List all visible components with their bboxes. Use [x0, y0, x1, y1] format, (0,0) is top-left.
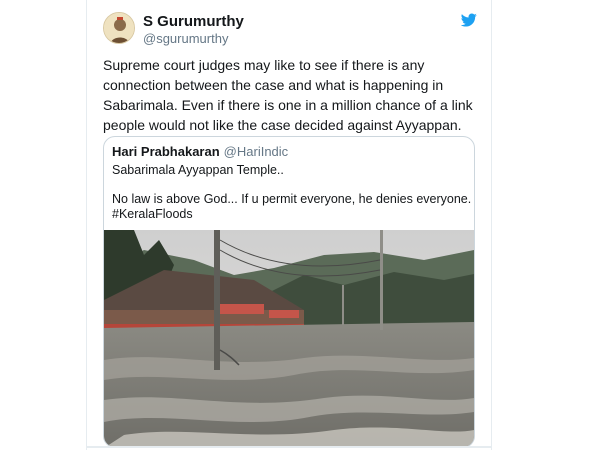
quoted-header: Hari Prabhakaran @HariIndic — [112, 144, 288, 159]
tweet-text: Supreme court judges may like to see if … — [103, 57, 473, 133]
quoted-hashtag[interactable]: #KeralaFloods — [112, 207, 193, 221]
tweet-card: S Gurumurthy @sgurumurthy Supreme court … — [86, 0, 492, 450]
flood-photo[interactable] — [104, 230, 474, 448]
author-handle[interactable]: @sgurumurthy — [143, 31, 228, 46]
author-name[interactable]: S Gurumurthy — [143, 13, 244, 30]
quoted-text-line-2: No law is above God... If u permit every… — [112, 192, 472, 206]
quoted-author-handle[interactable]: @HariIndic — [224, 144, 289, 159]
avatar[interactable] — [103, 12, 135, 44]
quoted-text-line-1: Sabarimala Ayyappan Temple.. — [112, 163, 284, 177]
avatar-portrait-icon — [104, 13, 134, 43]
quoted-author-name[interactable]: Hari Prabhakaran — [112, 144, 220, 159]
quoted-tweet[interactable]: Hari Prabhakaran @HariIndic Sabarimala Ay… — [103, 136, 475, 448]
tweet-header: S Gurumurthy @sgurumurthy — [103, 12, 477, 48]
divider — [86, 446, 492, 448]
twitter-bird-icon[interactable] — [461, 12, 477, 28]
